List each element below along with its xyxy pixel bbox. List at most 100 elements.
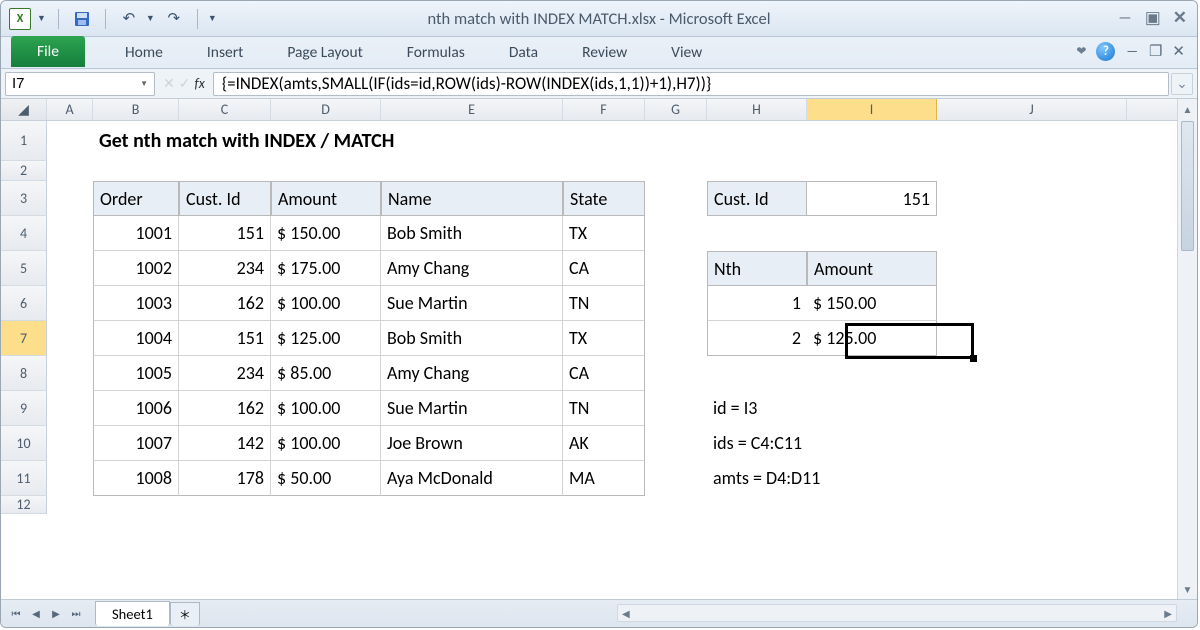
col-header[interactable]: A: [47, 99, 93, 120]
table-cell[interactable]: $ 175.00: [271, 251, 381, 286]
qat-customize-caret-icon[interactable]: ▼: [208, 13, 217, 24]
workbook-close-button[interactable]: ✕: [1172, 42, 1185, 61]
table-header[interactable]: Amount: [271, 181, 381, 216]
table-cell[interactable]: $ 150.00: [271, 216, 381, 251]
sheet-nav-first-icon[interactable]: ⏮: [7, 605, 25, 623]
table-cell[interactable]: TN: [563, 286, 645, 321]
table-cell[interactable]: Joe Brown: [381, 426, 563, 461]
scroll-up-button[interactable]: ▲: [1178, 99, 1197, 119]
table-cell[interactable]: $ 50.00: [271, 461, 381, 496]
row-header[interactable]: 3: [1, 181, 47, 216]
table-cell[interactable]: 1001: [93, 216, 179, 251]
minimize-button[interactable]: ―: [1117, 7, 1132, 28]
col-header[interactable]: H: [707, 99, 807, 120]
sheet-tab-sheet1[interactable]: Sheet1: [95, 601, 170, 626]
table-cell[interactable]: 234: [179, 356, 271, 391]
table-cell[interactable]: 162: [179, 286, 271, 321]
qat-menu-caret-icon[interactable]: ▼: [37, 13, 46, 24]
col-header[interactable]: B: [93, 99, 179, 120]
table-cell[interactable]: TX: [563, 321, 645, 356]
active-cell[interactable]: $ 125.00: [807, 321, 937, 356]
table-cell[interactable]: 151: [179, 216, 271, 251]
insert-function-button[interactable]: fx: [194, 75, 204, 92]
table-cell[interactable]: MA: [563, 461, 645, 496]
scroll-right-button[interactable]: ▶: [1160, 607, 1176, 620]
worksheet-grid[interactable]: ◢ A B C D E F G H I J 1 Get nth match wi…: [1, 99, 1197, 599]
tab-page-layout[interactable]: Page Layout: [265, 37, 384, 68]
table-cell[interactable]: $ 100.00: [271, 286, 381, 321]
name-box-input[interactable]: [12, 75, 72, 92]
row-header[interactable]: 11: [1, 461, 47, 496]
tab-review[interactable]: Review: [560, 37, 649, 68]
col-header[interactable]: F: [563, 99, 645, 120]
name-box-caret-icon[interactable]: ▼: [140, 79, 148, 89]
save-button[interactable]: [71, 8, 93, 30]
tab-insert[interactable]: Insert: [185, 37, 265, 68]
col-header[interactable]: C: [179, 99, 271, 120]
table-cell[interactable]: $ 100.00: [271, 391, 381, 426]
sheet-nav-last-icon[interactable]: ⏭: [67, 605, 85, 623]
close-button[interactable]: ✕: [1173, 7, 1187, 28]
table-cell[interactable]: 1004: [93, 321, 179, 356]
lookup-nth-label[interactable]: Nth: [707, 251, 807, 286]
undo-caret-icon[interactable]: ▼: [146, 13, 155, 24]
col-header[interactable]: E: [381, 99, 563, 120]
table-cell[interactable]: CA: [563, 356, 645, 391]
table-cell[interactable]: 151: [179, 321, 271, 356]
tab-data[interactable]: Data: [487, 37, 560, 68]
table-cell[interactable]: 1002: [93, 251, 179, 286]
formula-input[interactable]: {=INDEX(amts,SMALL(IF(ids=id,ROW(ids)-RO…: [213, 72, 1169, 96]
table-cell[interactable]: CA: [563, 251, 645, 286]
table-cell[interactable]: $ 85.00: [271, 356, 381, 391]
undo-button[interactable]: ↶: [118, 8, 140, 30]
table-header[interactable]: State: [563, 181, 645, 216]
row-header[interactable]: 12: [1, 496, 47, 514]
help-icon[interactable]: ?: [1096, 42, 1115, 61]
ribbon-minimize-caret-icon[interactable]: ❤: [1076, 44, 1086, 59]
scroll-left-button[interactable]: ◀: [618, 607, 634, 620]
sheet-nav-prev-icon[interactable]: ◀: [27, 605, 45, 623]
col-header[interactable]: G: [645, 99, 707, 120]
row-header[interactable]: 2: [1, 161, 47, 181]
table-cell[interactable]: 1006: [93, 391, 179, 426]
row-header[interactable]: 1: [1, 121, 47, 161]
table-cell[interactable]: $ 100.00: [271, 426, 381, 461]
workbook-minimize-button[interactable]: ―: [1125, 43, 1139, 61]
vertical-scrollbar[interactable]: ▲ ▼: [1177, 99, 1197, 599]
row-header[interactable]: 9: [1, 391, 47, 426]
table-cell[interactable]: Amy Chang: [381, 251, 563, 286]
scroll-down-button[interactable]: ▼: [1178, 579, 1197, 599]
table-header[interactable]: Name: [381, 181, 563, 216]
excel-icon[interactable]: X: [9, 8, 31, 30]
table-cell[interactable]: Amy Chang: [381, 356, 563, 391]
new-sheet-button[interactable]: ＊: [170, 602, 200, 626]
redo-button[interactable]: ↷: [163, 8, 185, 30]
tab-file[interactable]: File: [11, 36, 85, 67]
cancel-formula-icon[interactable]: ✕: [163, 75, 175, 92]
lookup-n[interactable]: 1: [707, 286, 807, 321]
table-cell[interactable]: 1008: [93, 461, 179, 496]
row-header[interactable]: 5: [1, 251, 47, 286]
table-cell[interactable]: 178: [179, 461, 271, 496]
table-header[interactable]: Cust. Id: [179, 181, 271, 216]
row-header[interactable]: 8: [1, 356, 47, 391]
table-cell[interactable]: TX: [563, 216, 645, 251]
tab-formulas[interactable]: Formulas: [385, 37, 487, 68]
lookup-custid-label[interactable]: Cust. Id: [707, 181, 807, 216]
workbook-restore-button[interactable]: ❐: [1149, 42, 1162, 61]
table-cell[interactable]: Bob Smith: [381, 216, 563, 251]
table-cell[interactable]: Aya McDonald: [381, 461, 563, 496]
lookup-custid-value[interactable]: 151: [807, 181, 937, 216]
tab-home[interactable]: Home: [103, 37, 185, 68]
maximize-button[interactable]: ▣: [1145, 7, 1161, 28]
row-header[interactable]: 7: [1, 321, 47, 356]
lookup-n[interactable]: 2: [707, 321, 807, 356]
row-header[interactable]: 10: [1, 426, 47, 461]
table-cell[interactable]: Sue Martin: [381, 286, 563, 321]
tab-view[interactable]: View: [649, 37, 724, 68]
table-cell[interactable]: $ 125.00: [271, 321, 381, 356]
scroll-thumb[interactable]: [1181, 121, 1194, 251]
enter-formula-icon[interactable]: ✓: [179, 75, 191, 92]
table-header[interactable]: Order: [93, 181, 179, 216]
table-cell[interactable]: 1005: [93, 356, 179, 391]
